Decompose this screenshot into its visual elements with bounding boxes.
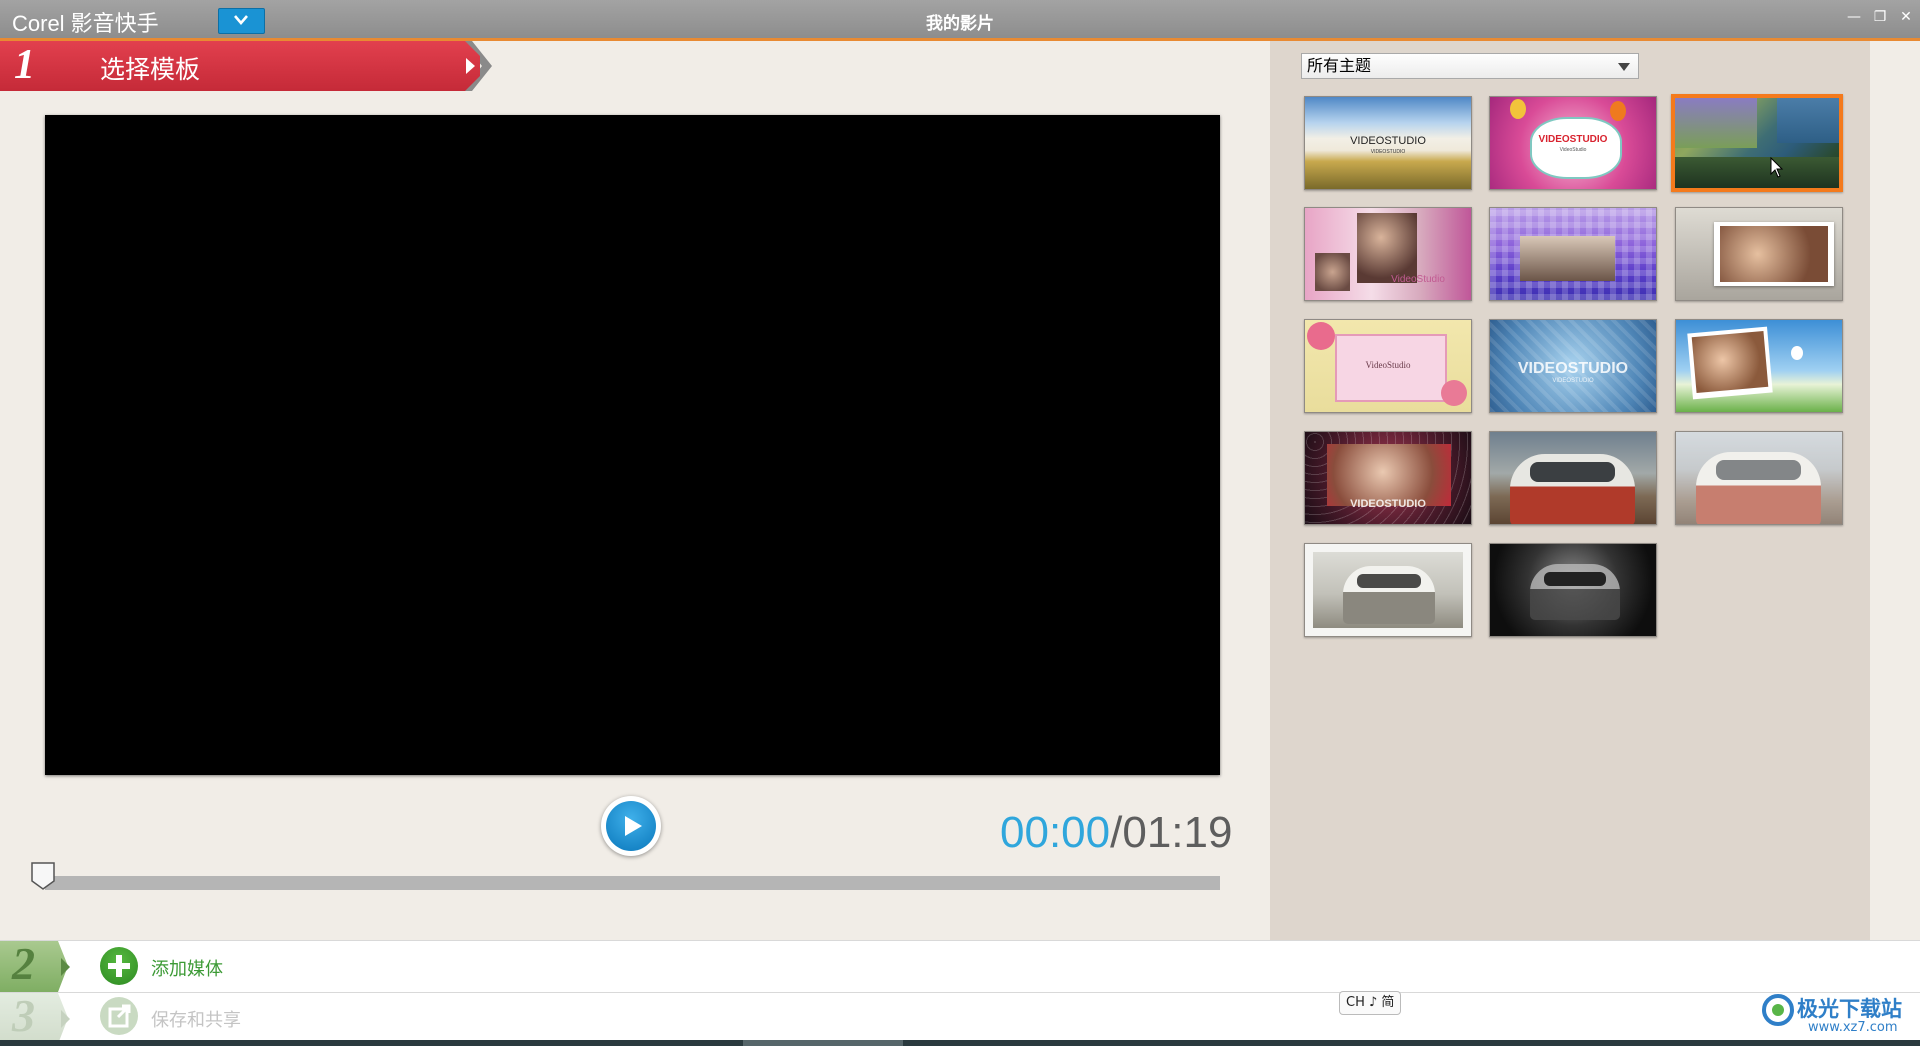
watermark-text: 极光下载站 [1797, 997, 1902, 1021]
video-preview[interactable] [45, 115, 1220, 775]
template-thumbnail[interactable]: VIDEOSTUDIO [1304, 431, 1472, 525]
taskbar [0, 1040, 1920, 1046]
chevron-down-icon [234, 15, 248, 25]
share-button[interactable] [100, 997, 138, 1035]
total-time: 01:19 [1122, 808, 1233, 857]
template-thumbnail[interactable] [1489, 543, 1657, 637]
template-thumbnail[interactable] [1675, 431, 1843, 525]
step1-label: 选择模板 [100, 55, 201, 84]
restore-button[interactable]: ❐ [1871, 8, 1889, 26]
template-thumbnail[interactable]: VIDEOSTUDIO VIDEOSTUDIO [1304, 96, 1472, 190]
dropdown-arrow-icon [1618, 63, 1630, 71]
app-menu-dropdown-button[interactable] [218, 8, 265, 34]
window-title: 我的影片 [926, 14, 994, 34]
taskbar-active-item[interactable] [743, 1040, 903, 1046]
template-thumbnail[interactable]: VideoStudio [1304, 319, 1472, 413]
watermark-logo-icon [1762, 994, 1794, 1026]
step2-label[interactable]: 添加媒体 [151, 955, 223, 981]
add-media-button[interactable] [100, 947, 138, 985]
share-icon [108, 1004, 131, 1028]
step3-label[interactable]: 保存和共享 [151, 1006, 241, 1032]
minimize-button[interactable]: — [1845, 8, 1863, 26]
step2-number: 2 [12, 938, 35, 989]
template-thumbnail[interactable]: VIDEOSTUDIO VIDEOSTUDIO [1489, 319, 1657, 413]
mouse-cursor-icon [1770, 157, 1784, 178]
template-thumbnail-selected[interactable] [1671, 94, 1843, 192]
scrub-handle[interactable] [30, 861, 56, 891]
template-thumbnail[interactable]: VideoStudio [1304, 207, 1472, 301]
app-name: Corel 影音快手 [12, 11, 159, 36]
theme-filter-value: 所有主题 [1307, 56, 1372, 75]
title-bar: Corel 影音快手 我的影片 — ❐ ✕ [0, 0, 1920, 41]
chevron-right-icon [466, 58, 475, 74]
template-thumbnail[interactable] [1304, 543, 1472, 637]
current-time: 00:00 [1000, 808, 1111, 857]
ime-indicator[interactable]: CH ♪ 简 [1339, 991, 1402, 1015]
theme-filter-dropdown[interactable]: 所有主题 [1301, 53, 1639, 79]
template-thumbnail[interactable] [1675, 207, 1843, 301]
step1-banner[interactable]: 1 选择模板 [0, 41, 492, 91]
watermark-url: www.xz7.com [1808, 1020, 1898, 1035]
step2-row[interactable]: 2 添加媒体 [0, 938, 1920, 992]
step1-number: 1 [14, 42, 35, 88]
chevron-right-icon [61, 958, 70, 976]
template-thumbnail[interactable] [1675, 319, 1843, 413]
scrub-handle-icon [31, 862, 55, 890]
play-icon [625, 816, 642, 836]
play-button[interactable] [601, 796, 661, 856]
template-thumbnail[interactable] [1489, 431, 1657, 525]
step3-number: 3 [12, 990, 35, 1041]
scrub-bar[interactable] [45, 876, 1220, 890]
time-separator: / [1110, 808, 1123, 857]
plus-icon [108, 955, 130, 977]
close-button[interactable]: ✕ [1897, 8, 1915, 26]
template-thumbnail[interactable]: VIDEOSTUDIO VideoStudio [1489, 96, 1657, 190]
template-thumbnail[interactable] [1489, 207, 1657, 301]
timecode: 00:00/01:19 [1000, 808, 1232, 858]
step3-row[interactable]: 3 保存和共享 [0, 990, 1920, 1041]
chevron-right-icon [61, 1010, 70, 1028]
